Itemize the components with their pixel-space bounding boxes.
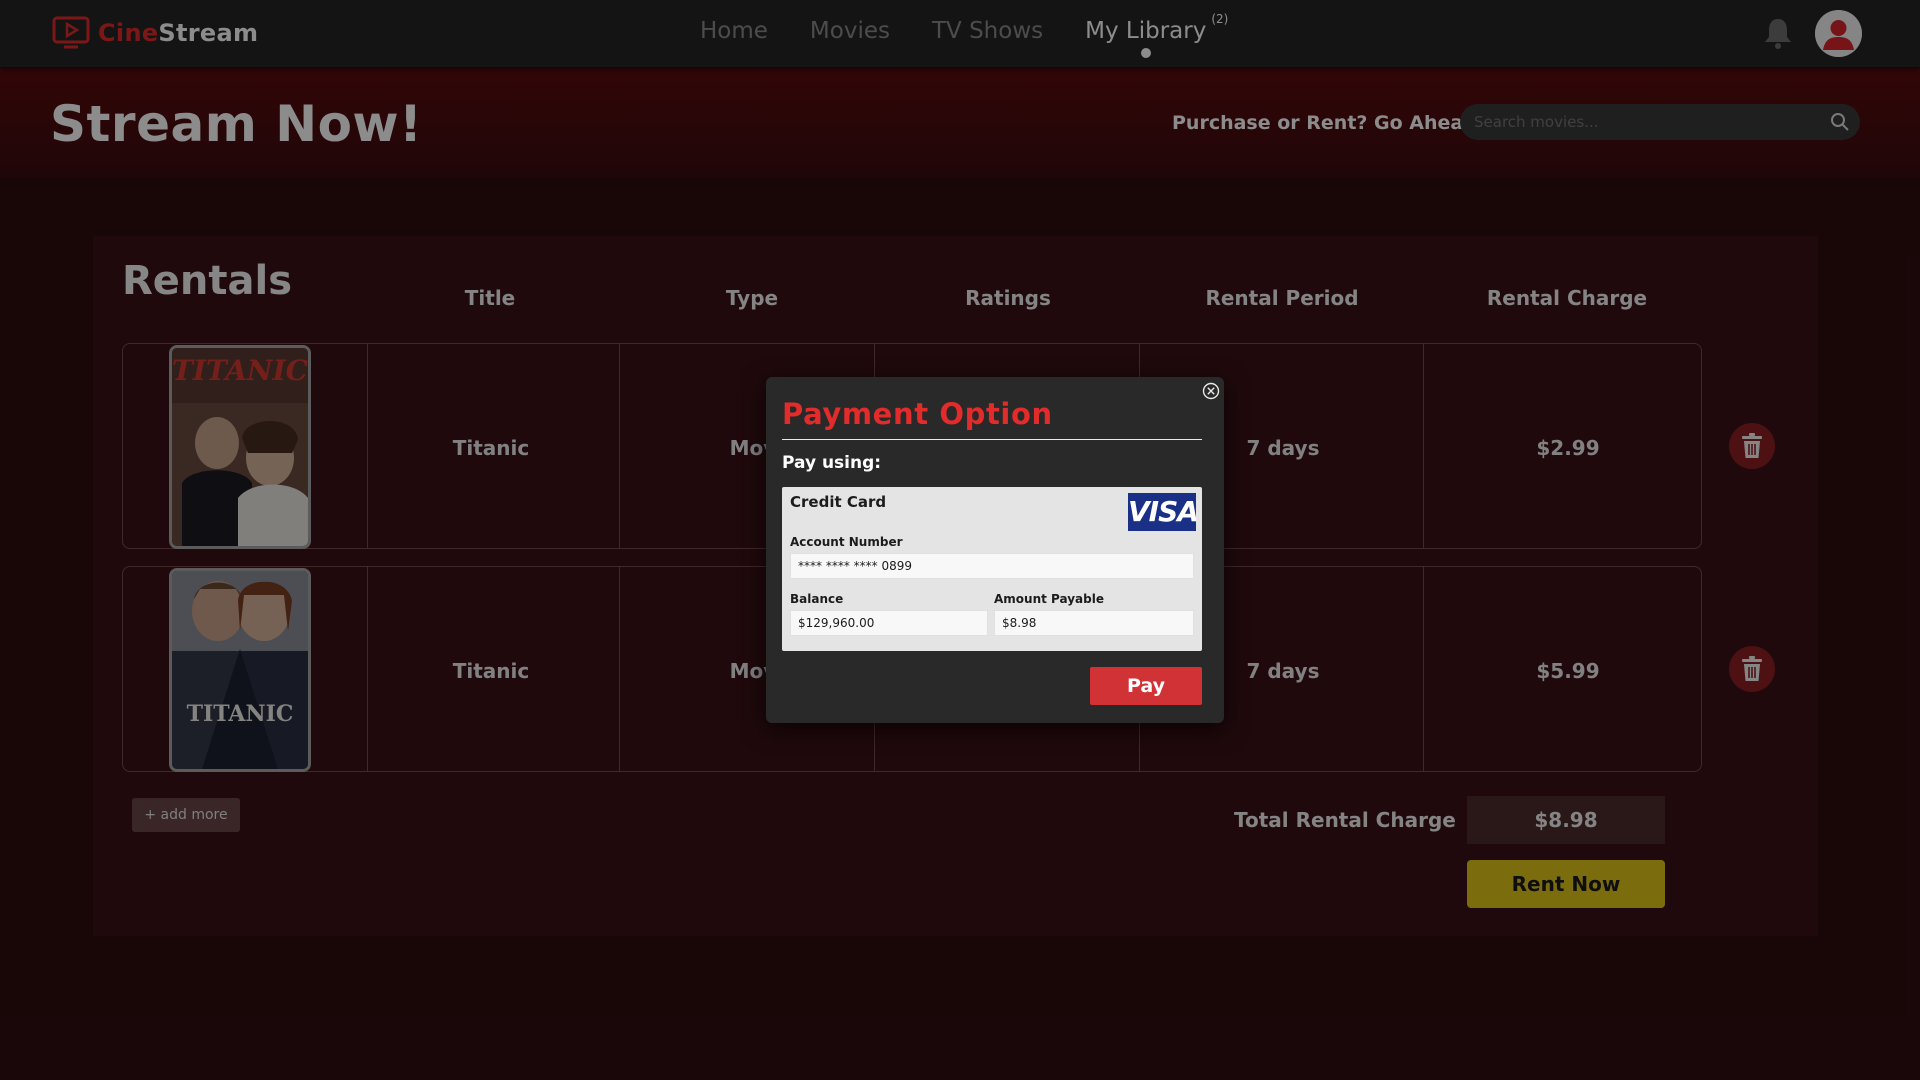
account-number-field[interactable]: **** **** **** 0899 — [790, 553, 1194, 579]
amount-payable-label: Amount Payable — [994, 592, 1104, 606]
credit-card-panel[interactable]: Credit Card VISA Account Number **** ***… — [782, 487, 1202, 651]
modal-title: Payment Option — [782, 397, 1053, 431]
balance-label: Balance — [790, 592, 844, 606]
visa-logo: VISA — [1128, 493, 1199, 531]
balance-field[interactable]: $129,960.00 — [790, 610, 988, 636]
modal-divider — [782, 439, 1202, 440]
amount-payable-field[interactable]: $8.98 — [994, 610, 1194, 636]
pay-using-label: Pay using: — [782, 453, 882, 473]
card-type-label: Credit Card — [790, 493, 887, 511]
account-number-label: Account Number — [790, 535, 903, 549]
close-icon[interactable] — [1202, 382, 1220, 400]
payment-modal: Payment Option Pay using: Credit Card VI… — [766, 377, 1224, 723]
pay-button[interactable]: Pay — [1090, 667, 1202, 705]
